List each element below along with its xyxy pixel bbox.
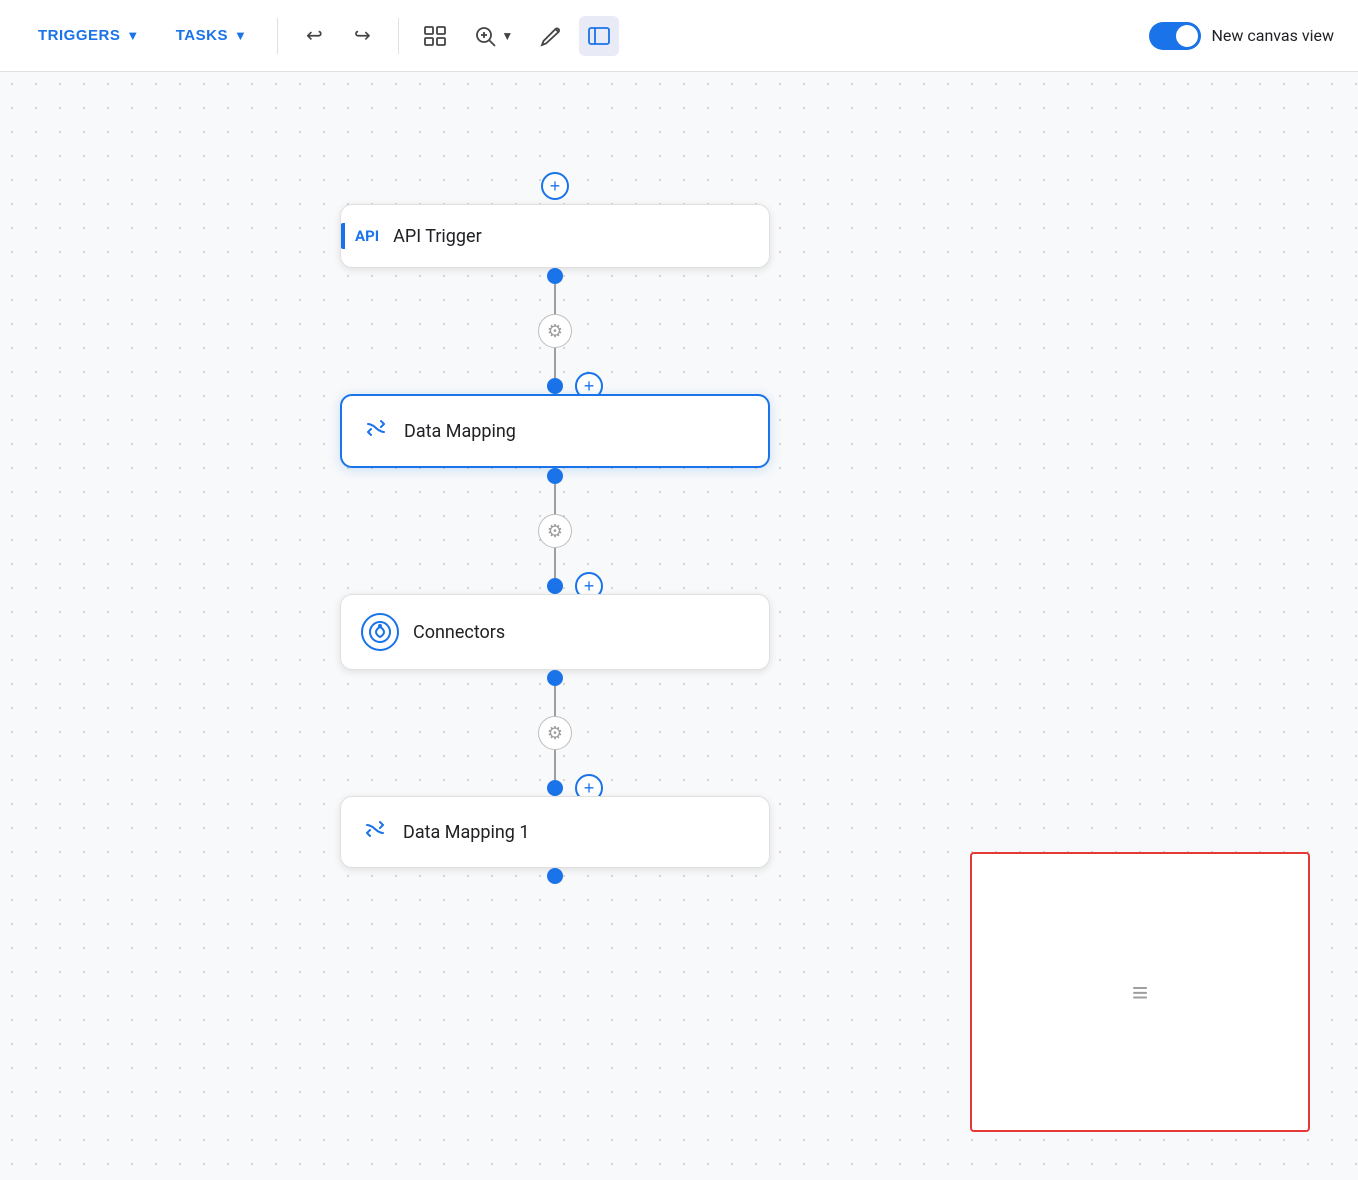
- data-mapping-1-node[interactable]: Data Mapping 1: [340, 796, 770, 868]
- triggers-button[interactable]: TRIGGERS ▼: [24, 19, 154, 52]
- connector-1: ⚙ +: [538, 268, 572, 394]
- input-dot-4: [547, 780, 563, 796]
- plus-icon: +: [550, 176, 561, 197]
- line-2a: [554, 484, 556, 514]
- data-mapping-node[interactable]: Data Mapping: [340, 394, 770, 468]
- data-mapping-1-label: Data Mapping 1: [403, 822, 529, 843]
- input-dot-2: [547, 378, 563, 394]
- triggers-chevron-icon: ▼: [126, 28, 139, 43]
- data-mapping-1-icon: [361, 815, 389, 849]
- connectors-node[interactable]: Connectors: [340, 594, 770, 670]
- output-dot-2: [547, 468, 563, 484]
- minimap-icon: ≡: [1132, 976, 1148, 1009]
- output-dot-4: [547, 868, 563, 884]
- tasks-label: TASKS: [176, 27, 228, 44]
- separator-2: [398, 18, 399, 54]
- pen-button[interactable]: [531, 16, 571, 56]
- add-before-api-button[interactable]: +: [541, 172, 569, 200]
- gear-2[interactable]: ⚙: [538, 514, 572, 548]
- api-trigger-node[interactable]: API API Trigger: [340, 204, 770, 268]
- tasks-button[interactable]: TASKS ▼: [162, 19, 262, 52]
- output-dot-3: [547, 670, 563, 686]
- api-icon: API: [341, 223, 379, 249]
- zoom-icon: [473, 24, 497, 48]
- canvas[interactable]: + API API Trigger ⚙ +: [0, 72, 1358, 1180]
- line-1a: [554, 284, 556, 314]
- gear-3[interactable]: ⚙: [538, 716, 572, 750]
- canvas-view-button[interactable]: [579, 16, 619, 56]
- connectors-label: Connectors: [413, 622, 505, 643]
- line-3a: [554, 686, 556, 716]
- line-1b: [554, 348, 556, 378]
- data-mapping-icon: [362, 414, 390, 448]
- layout-icon: [423, 24, 447, 48]
- output-dot-1: [547, 268, 563, 284]
- connector-4: [547, 868, 563, 884]
- undo-button[interactable]: ↩: [294, 16, 334, 56]
- triggers-label: TRIGGERS: [38, 27, 120, 44]
- gear-1[interactable]: ⚙: [538, 314, 572, 348]
- tasks-chevron-icon: ▼: [234, 28, 247, 43]
- connector-node-icon: [361, 613, 399, 651]
- pen-icon: [539, 24, 563, 48]
- toggle-check-icon: ✓: [1185, 27, 1196, 42]
- connector-2: ⚙ +: [538, 468, 572, 594]
- redo-icon: ↪: [354, 23, 371, 48]
- minimap[interactable]: ≡: [970, 852, 1310, 1132]
- new-canvas-label: New canvas view: [1211, 26, 1334, 45]
- line-2b: [554, 548, 556, 578]
- canvas-view-icon: [587, 24, 611, 48]
- toggle-slider: ✓: [1149, 22, 1201, 50]
- toolbar: TRIGGERS ▼ TASKS ▼ ↩ ↪ ▼: [0, 0, 1358, 72]
- separator-1: [277, 18, 278, 54]
- api-trigger-label: API Trigger: [393, 226, 482, 247]
- input-dot-3: [547, 578, 563, 594]
- data-mapping-label: Data Mapping: [404, 421, 516, 442]
- redo-button[interactable]: ↪: [342, 16, 382, 56]
- zoom-button[interactable]: ▼: [463, 18, 523, 54]
- connector-3: ⚙ +: [538, 670, 572, 796]
- canvas-toggle[interactable]: ✓: [1149, 22, 1201, 50]
- undo-icon: ↩: [306, 23, 323, 48]
- layout-button[interactable]: [415, 16, 455, 56]
- line-3b: [554, 750, 556, 780]
- new-canvas-toggle-wrap: ✓ New canvas view: [1149, 22, 1334, 50]
- flow-container: + API API Trigger ⚙ +: [340, 172, 770, 884]
- zoom-chevron-icon: ▼: [501, 29, 513, 43]
